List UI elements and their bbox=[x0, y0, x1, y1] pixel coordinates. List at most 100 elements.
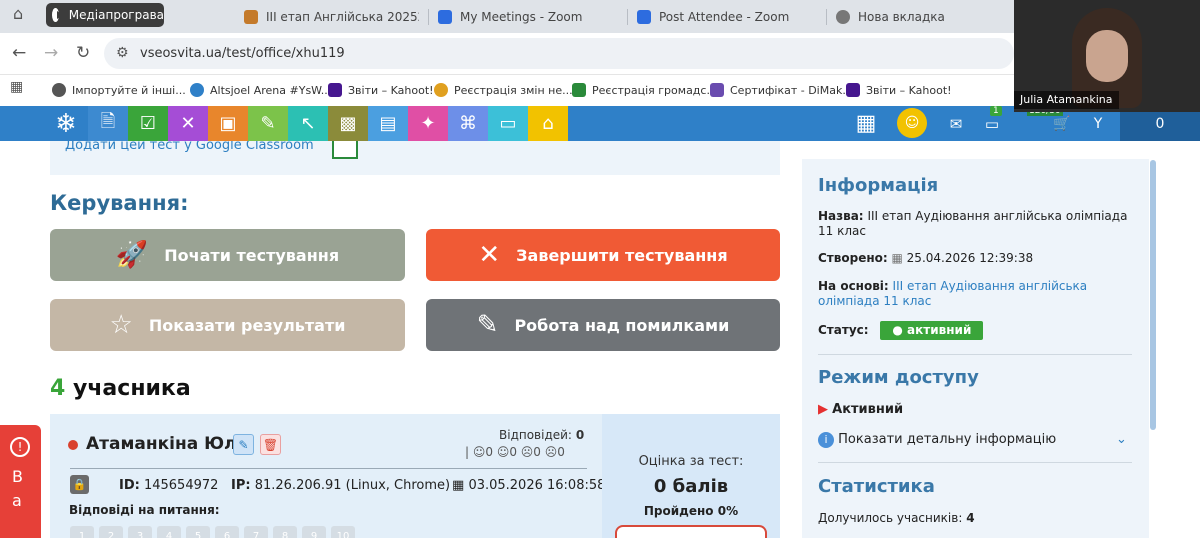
score-label: Оцінка за тест: bbox=[638, 454, 744, 469]
home-icon[interactable]: ⌂ bbox=[13, 4, 23, 23]
cart-count: 0 bbox=[1155, 115, 1165, 132]
question-box[interactable]: 4 bbox=[157, 526, 181, 538]
graduation-cap-icon[interactable]: ⌂ bbox=[528, 106, 568, 141]
score-value: 0 балів bbox=[653, 476, 729, 497]
bookmark-icon bbox=[52, 83, 66, 97]
access-details-toggle[interactable]: i Показати детальну інформацію ⌄ bbox=[818, 432, 1138, 448]
chevron-down-icon[interactable]: ⌄ bbox=[1116, 432, 1127, 447]
bookmark-item[interactable]: Altsjoel Arena #YsW... bbox=[190, 81, 331, 99]
bookmark-item[interactable]: Реєстрація змін не... bbox=[434, 81, 573, 99]
wand-icon[interactable]: ✦ bbox=[408, 106, 448, 141]
delete-icon[interactable]: 🗑 bbox=[260, 434, 281, 455]
media-player-tab[interactable]: Медіапрограва bbox=[46, 3, 164, 27]
mouse-icon[interactable]: ⌘ bbox=[448, 106, 488, 141]
score-panel: Оцінка за тест: 0 балів Пройдено 0% bbox=[602, 414, 780, 538]
cursor-icon[interactable]: ↖ bbox=[288, 106, 328, 141]
question-box[interactable]: 9 bbox=[302, 526, 326, 538]
browser-tab-olympiad[interactable]: ІІІ етап Англійська 2025202 bbox=[244, 5, 419, 29]
question-box[interactable]: 1 bbox=[70, 526, 94, 538]
kahoot-icon bbox=[328, 83, 342, 97]
access-mode-value: Активний bbox=[832, 402, 904, 417]
bookmark-label: Звіти – Kahoot! bbox=[866, 83, 952, 97]
doc-search-icon[interactable]: 🗎 bbox=[88, 106, 128, 141]
question-box[interactable]: 6 bbox=[215, 526, 239, 538]
tab-title: My Meetings - Zoom bbox=[460, 10, 583, 24]
info-icon: i bbox=[818, 432, 834, 448]
pencil-icon[interactable]: ✎ bbox=[248, 106, 288, 141]
calendar-icon: ▦ bbox=[452, 478, 465, 493]
check-icon[interactable]: ☑ bbox=[128, 106, 168, 141]
globe-favicon-icon bbox=[836, 10, 850, 24]
avatar[interactable]: ☺ bbox=[897, 108, 927, 138]
browser-tab-zoom-meetings[interactable]: My Meetings - Zoom bbox=[438, 5, 618, 29]
name-label: Назва: bbox=[818, 209, 864, 223]
question-box[interactable]: 7 bbox=[244, 526, 268, 538]
tools-icon[interactable]: ✕ bbox=[168, 106, 208, 141]
board-icon[interactable]: ▤ bbox=[368, 106, 408, 141]
bookmark-icon bbox=[434, 83, 448, 97]
webcam-face bbox=[1086, 30, 1128, 82]
grid-icon[interactable]: ▦ bbox=[846, 106, 886, 141]
panel-scrollbar[interactable] bbox=[1150, 160, 1156, 430]
qr-icon[interactable]: ▩ bbox=[328, 106, 368, 141]
media-player-label: Медіапрограва bbox=[68, 8, 164, 22]
classroom-link[interactable]: Додати цей тест у Google Classroom bbox=[65, 141, 314, 153]
ip-value: 81.26.206.91 (Linux, Chrome) bbox=[254, 478, 451, 493]
classroom-icon[interactable] bbox=[332, 141, 358, 159]
pencil-icon: ✎ bbox=[476, 310, 499, 340]
apps-grid-icon[interactable]: ▦ bbox=[10, 79, 23, 95]
briefcase-icon[interactable]: ▭ bbox=[488, 106, 528, 141]
webcam-overlay: Julia Atamankina bbox=[1014, 0, 1200, 112]
question-box[interactable]: 5 bbox=[186, 526, 210, 538]
question-box[interactable]: 3 bbox=[128, 526, 152, 538]
alert-icon: ! bbox=[10, 437, 30, 457]
finish-testing-button[interactable]: ✕ Завершити тестування bbox=[426, 229, 780, 281]
main-content: Додати цей тест у Google Classroom Керув… bbox=[0, 141, 1200, 538]
snowflake-icon[interactable]: ❄ bbox=[46, 106, 86, 141]
answers-on-questions-label: Відповіді на питання: bbox=[69, 503, 220, 517]
start-testing-button[interactable]: 🚀 Почати тестування bbox=[50, 229, 405, 281]
bookmark-item[interactable]: Звіти – Kahoot! bbox=[328, 81, 434, 99]
stats-joined-value: 4 bbox=[966, 511, 975, 525]
side-tab-letters: В а bbox=[12, 467, 23, 510]
participant-name: Атаманкіна Юля bbox=[86, 434, 248, 454]
messages-badge: 1 bbox=[990, 106, 1002, 116]
back-icon[interactable]: ← bbox=[12, 43, 26, 63]
button-label: Робота над помилками bbox=[514, 315, 730, 335]
question-box[interactable]: 8 bbox=[273, 526, 297, 538]
close-icon: ✕ bbox=[478, 240, 501, 270]
image-search-icon[interactable]: ▣ bbox=[208, 106, 248, 141]
button-label: Показати результати bbox=[148, 315, 346, 335]
id-label: ID: bbox=[119, 478, 140, 493]
show-results-button[interactable]: ☆ Показати результати bbox=[50, 299, 405, 351]
url-field[interactable]: ⚙ vseosvita.ua/test/office/xhu119 bbox=[104, 38, 1014, 69]
participant-ip: IP: 81.26.206.91 (Linux, Chrome) bbox=[231, 478, 450, 493]
bookmark-item[interactable]: Сертифікат - DiMak... bbox=[710, 81, 853, 99]
work-on-errors-button[interactable]: ✎ Робота над помилками bbox=[426, 299, 780, 351]
passed-percent: Пройдено 0% bbox=[643, 504, 739, 518]
tab-title: Post Attendee - Zoom bbox=[659, 10, 790, 24]
name-value: ІІІ етап Аудіювання англійська олімпіада… bbox=[818, 209, 1128, 238]
score-action-button[interactable] bbox=[615, 525, 767, 538]
bookmark-item[interactable]: Імпортуйте й інші... bbox=[52, 81, 186, 99]
question-box[interactable]: 10 bbox=[331, 526, 355, 538]
mail-icon[interactable]: ✉ bbox=[936, 106, 976, 141]
bookmark-item[interactable]: Реєстрація громадс... bbox=[572, 81, 717, 99]
browser-tab-new[interactable]: Нова вкладка bbox=[836, 5, 1006, 29]
question-box[interactable]: 2 bbox=[99, 526, 123, 538]
edit-icon[interactable]: ✎ bbox=[233, 434, 254, 455]
participants-count: 4 bbox=[50, 376, 66, 401]
forward-icon[interactable]: → bbox=[44, 43, 58, 63]
bookmark-icon bbox=[710, 83, 724, 97]
lock-icon[interactable]: 🔒 bbox=[70, 475, 89, 494]
site-settings-icon[interactable]: ⚙ bbox=[116, 45, 129, 61]
created-value: 25.04.2026 12:39:38 bbox=[906, 251, 1034, 265]
kahoot-icon bbox=[846, 83, 860, 97]
button-label: Почати тестування bbox=[164, 245, 340, 265]
side-feedback-tab[interactable]: ! В а bbox=[0, 425, 41, 538]
bookmark-item[interactable]: Звіти – Kahoot! bbox=[846, 81, 952, 99]
zoom-favicon-icon bbox=[637, 10, 651, 24]
browser-tab-zoom-post[interactable]: Post Attendee - Zoom bbox=[637, 5, 817, 29]
access-title: Режим доступу bbox=[818, 367, 979, 388]
reload-icon[interactable]: ↻ bbox=[76, 43, 90, 63]
